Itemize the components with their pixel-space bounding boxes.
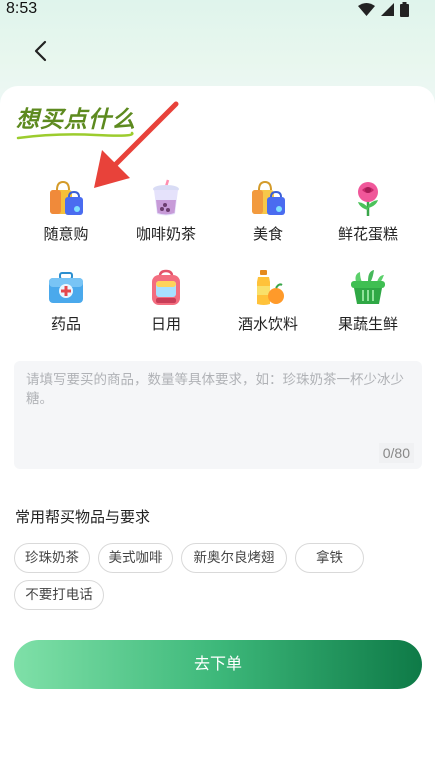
category-label: 日用 bbox=[150, 316, 181, 333]
category-item-medicine[interactable]: 药品 bbox=[16, 262, 116, 342]
category-item-drinks[interactable]: 酒水饮料 bbox=[218, 262, 318, 342]
character-counter: 0/80 bbox=[378, 443, 414, 463]
category-label: 美食 bbox=[252, 226, 283, 243]
back-button[interactable] bbox=[26, 36, 56, 66]
category-item-coffee-tea[interactable]: 咖啡奶茶 bbox=[116, 172, 216, 252]
category-item-food[interactable]: 美食 bbox=[218, 172, 318, 252]
category-label: 随意购 bbox=[43, 226, 89, 243]
request-input[interactable]: 请填写要买的商品，数量等具体要求，如：珍珠奶茶一杯少冰少糖。 0/80 bbox=[14, 361, 422, 469]
category-item-daily[interactable]: 日用 bbox=[116, 262, 216, 342]
category-item-produce[interactable]: 果蔬生鲜 bbox=[318, 262, 418, 342]
tag-orleans-wings[interactable]: 新奥尔良烤翅 bbox=[181, 543, 287, 573]
medicine-box-icon bbox=[49, 272, 83, 303]
tag-no-call[interactable]: 不要打电话 bbox=[14, 580, 104, 610]
produce-basket-icon bbox=[351, 270, 385, 304]
slogan: 想买点什么 bbox=[16, 100, 136, 142]
category-label: 药品 bbox=[50, 316, 81, 333]
category-label: 果蔬生鲜 bbox=[337, 316, 398, 333]
slogan-text: 想买点什么 bbox=[16, 106, 136, 133]
slogan-underline bbox=[16, 131, 134, 140]
common-items-title: 常用帮买物品与要求 bbox=[15, 509, 151, 526]
signal-icon bbox=[381, 3, 394, 16]
tag-americano[interactable]: 美式咖啡 bbox=[98, 543, 173, 573]
category-item-flowers-cake[interactable]: 鲜花蛋糕 bbox=[318, 172, 418, 252]
category-label: 咖啡奶茶 bbox=[135, 226, 196, 243]
bubble-tea-icon bbox=[153, 179, 179, 216]
drinks-icon bbox=[257, 270, 284, 305]
backpack-icon bbox=[152, 269, 180, 305]
rose-icon bbox=[358, 182, 378, 216]
category-label: 鲜花蛋糕 bbox=[337, 226, 398, 243]
status-time: 8:53 bbox=[6, 0, 38, 17]
food-bag-icon bbox=[252, 180, 285, 215]
place-order-button[interactable]: 去下单 bbox=[14, 640, 422, 689]
chevron-left-icon bbox=[34, 40, 47, 62]
tag-bubble-tea[interactable]: 珍珠奶茶 bbox=[14, 543, 90, 573]
wifi-icon bbox=[358, 3, 375, 16]
battery-icon bbox=[400, 2, 409, 17]
tag-latte[interactable]: 拿铁 bbox=[295, 543, 364, 573]
status-bar: 8:53 bbox=[0, 0, 435, 22]
request-placeholder: 请填写要买的商品，数量等具体要求，如：珍珠奶茶一杯少冰少糖。 bbox=[26, 372, 404, 406]
shopping-bag-icon bbox=[50, 180, 83, 215]
category-label: 酒水饮料 bbox=[237, 316, 298, 333]
category-item-random[interactable]: 随意购 bbox=[16, 172, 116, 252]
